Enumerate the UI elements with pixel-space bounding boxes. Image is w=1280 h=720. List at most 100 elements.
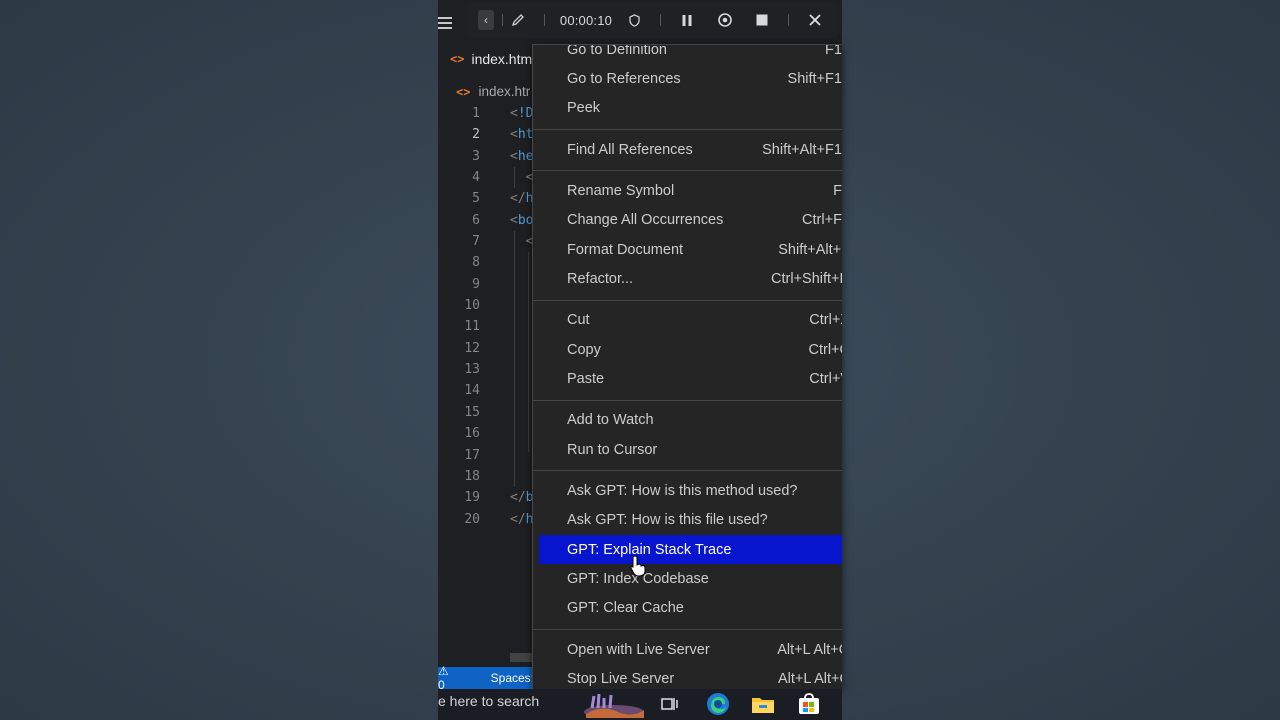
line-number: 10: [464, 298, 480, 314]
line-number-gutter: 1 2 3 4 5 6 7 8 9 10 11 12 13 14 15 16 17 18 19 20: [438, 103, 488, 530]
breadcrumb-label: index.htr: [478, 84, 531, 99]
menu-item-label: Go to Definition: [567, 44, 667, 58]
line-number: 14: [464, 383, 480, 399]
menu-item-label: Add to Watch: [567, 412, 654, 429]
shield-icon[interactable]: [627, 10, 641, 30]
menu-item-label: Refactor...: [567, 270, 634, 287]
menu-item-stop-live-server[interactable]: Stop Live Server Alt+L Alt+C: [539, 664, 842, 689]
menu-item-label: Peek: [567, 99, 601, 116]
indent-guide: [528, 252, 529, 452]
recording-timer: 00:00:10: [559, 12, 613, 28]
line-number: 5: [472, 191, 480, 207]
menu-item-shortcut: Shift+F12: [787, 70, 842, 87]
menu-separator: [533, 399, 842, 401]
menu-item-label: Rename Symbol: [567, 183, 675, 200]
menu-item-go-to-definition[interactable]: Go to Definition F12: [539, 44, 842, 64]
line-number: 7: [472, 234, 480, 250]
restart-icon[interactable]: [716, 10, 734, 30]
menu-item-shortcut: Ctrl+Shift+R: [771, 270, 842, 287]
search-highlight-image-icon[interactable]: [582, 690, 646, 718]
menu-item-label: Change All Occurrences: [567, 212, 724, 229]
mouse-pointer-icon: [630, 555, 648, 582]
menu-item-open-with-live-server[interactable]: Open with Live Server Alt+L Alt+O: [539, 635, 842, 664]
collapse-chevron-icon[interactable]: ‹: [478, 10, 494, 30]
toolbar-divider: [544, 14, 545, 26]
menu-separator: [533, 470, 842, 472]
menu-separator: [533, 128, 842, 130]
menu-item-shortcut: Shift+Alt+F12: [762, 141, 842, 158]
line-number: 20: [464, 511, 480, 527]
menu-icon[interactable]: [438, 14, 452, 32]
edge-browser-icon[interactable]: [704, 690, 732, 718]
menu-item-shortcut: F12: [825, 44, 842, 58]
menu-item-run-to-cursor[interactable]: Run to Cursor: [539, 435, 842, 464]
menu-item-peek[interactable]: Peek: [539, 93, 842, 122]
line-number: 8: [472, 255, 480, 271]
menu-item-label: GPT: Explain Stack Trace: [567, 541, 732, 558]
menu-separator: [533, 628, 842, 630]
pause-icon[interactable]: [679, 10, 695, 30]
menu-item-label: Cut: [567, 312, 590, 329]
line-number: 6: [472, 212, 480, 228]
menu-item-gpt-index-codebase[interactable]: GPT: Index Codebase: [539, 564, 842, 593]
menu-item-ask-gpt-how-is-this-method-used[interactable]: Ask GPT: How is this method used?: [539, 477, 842, 506]
menu-item-shortcut: Ctrl+X: [809, 312, 842, 329]
breadcrumb[interactable]: <> index.htr: [456, 84, 530, 99]
menu-item-cut[interactable]: Cut Ctrl+X: [539, 306, 842, 335]
menu-item-shortcut: Shift+Alt+F: [778, 241, 842, 258]
menu-item-shortcut: F2: [833, 183, 842, 200]
line-number: 9: [472, 276, 480, 292]
toolbar-divider: [660, 14, 661, 26]
line-number: 18: [464, 468, 480, 484]
menu-item-go-to-references[interactable]: Go to References Shift+F12: [539, 64, 842, 93]
menu-item-refactor[interactable]: Refactor... Ctrl+Shift+R: [539, 264, 842, 293]
menu-item-rename-symbol[interactable]: Rename Symbol F2: [539, 177, 842, 206]
menu-item-copy[interactable]: Copy Ctrl+C: [539, 335, 842, 364]
file-explorer-icon[interactable]: [749, 690, 777, 718]
status-bar: ⚠ 0 Spaces:: [438, 664, 534, 692]
menu-item-paste[interactable]: Paste Ctrl+V: [539, 364, 842, 393]
menu-item-label: Ask GPT: How is this method used?: [567, 483, 798, 500]
line-number: 13: [464, 362, 480, 378]
close-icon[interactable]: [807, 10, 823, 30]
task-view-icon[interactable]: [656, 690, 684, 718]
line-number: 2: [472, 127, 480, 143]
indentation-indicator[interactable]: Spaces:: [491, 671, 534, 685]
html-file-icon: <>: [450, 52, 465, 66]
menu-item-format-document[interactable]: Format Document Shift+Alt+F: [539, 235, 842, 264]
code-punctuation: <: [510, 212, 518, 228]
editor-tab[interactable]: <> index.htm: [450, 51, 532, 67]
menu-item-gpt-clear-cache[interactable]: GPT: Clear Cache: [539, 593, 842, 622]
taskbar-search-box[interactable]: e here to search: [438, 693, 539, 709]
menu-item-change-all-occurrences[interactable]: Change All Occurrences Ctrl+F2: [539, 206, 842, 235]
horizontal-scrollbar[interactable]: [510, 653, 534, 662]
menu-item-shortcut: Ctrl+F2: [802, 212, 842, 229]
stop-icon[interactable]: [754, 10, 770, 30]
menu-item-shortcut: Ctrl+C: [808, 341, 843, 358]
menu-item-find-all-references[interactable]: Find All References Shift+Alt+F12: [539, 135, 842, 164]
menu-item-label: Find All References: [567, 141, 693, 158]
menu-item-label: GPT: Clear Cache: [567, 599, 684, 616]
menu-item-shortcut: Alt+L Alt+O: [777, 641, 842, 658]
code-punctuation: </: [510, 191, 526, 207]
menu-item-add-to-watch[interactable]: Add to Watch: [539, 406, 842, 435]
html-file-icon: <>: [456, 84, 471, 99]
indent-guide: [514, 167, 515, 188]
problems-indicator[interactable]: ⚠ 0: [438, 664, 453, 692]
line-number: 3: [472, 148, 480, 164]
microsoft-store-icon[interactable]: [795, 690, 823, 718]
menu-item-label: Run to Cursor: [567, 441, 658, 458]
toolbar-divider: [788, 14, 789, 26]
menu-separator: [533, 299, 842, 301]
menu-item-label: Stop Live Server: [567, 670, 675, 687]
menu-item-gpt-explain-stack-trace[interactable]: GPT: Explain Stack Trace: [539, 535, 842, 564]
menu-item-shortcut: Alt+L Alt+C: [777, 670, 842, 687]
line-number: 15: [464, 404, 480, 420]
line-number: 4: [472, 170, 480, 186]
menu-item-label: Format Document: [567, 241, 684, 258]
indent-guide: [514, 231, 515, 487]
menu-item-label: Paste: [567, 370, 605, 387]
line-number: 17: [464, 447, 480, 463]
menu-item-ask-gpt-how-is-this-file-used[interactable]: Ask GPT: How is this file used?: [539, 506, 842, 535]
pen-icon[interactable]: [509, 10, 527, 30]
